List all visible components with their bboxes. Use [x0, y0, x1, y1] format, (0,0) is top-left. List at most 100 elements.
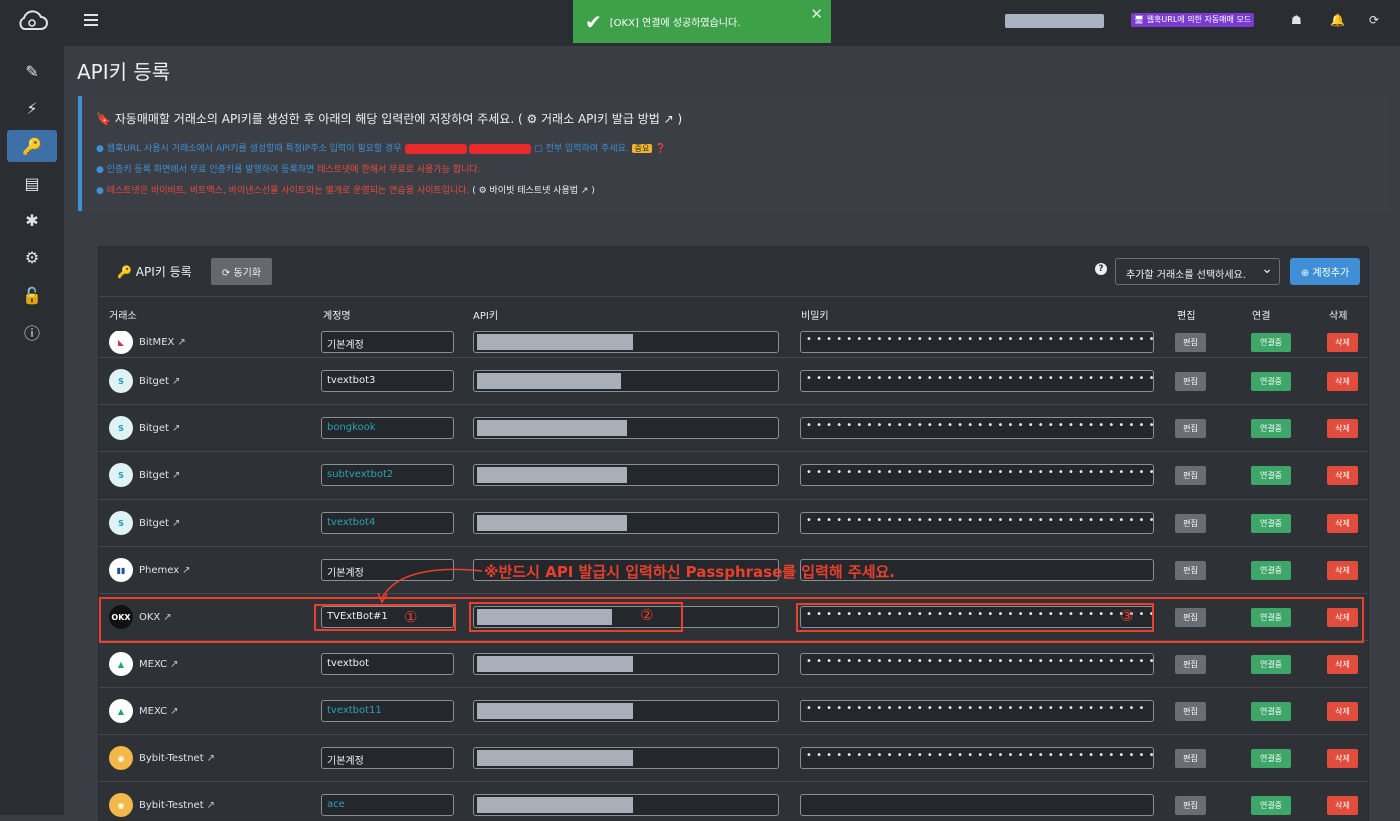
api-key-input[interactable]	[473, 653, 779, 675]
secret-key-input[interactable]: • • • • • • • • • • • • • • • • • • • • …	[800, 700, 1154, 722]
exchange-cell[interactable]: ◣ BitMEX ↗	[109, 331, 186, 354]
delete-button[interactable]: 삭제	[1327, 796, 1358, 815]
exchange-name[interactable]: BitMEX	[139, 337, 174, 348]
api-key-input[interactable]	[473, 512, 779, 534]
account-name-input[interactable]: tvextbot4	[321, 512, 454, 534]
exchange-name[interactable]: Bybit-Testnet	[139, 800, 204, 811]
exchange-cell[interactable]: ▮▮ Phemex ↗	[109, 558, 191, 582]
account-name-input[interactable]: 기본계정	[321, 747, 454, 769]
exchange-name[interactable]: Bitget	[139, 518, 169, 529]
exchange-select[interactable]: 추가할 거래소를 선택하세요.	[1115, 258, 1280, 285]
delete-button[interactable]: 삭제	[1327, 333, 1358, 352]
testnet-guide-link[interactable]: ( ⚙ 바이빗 테스트넷 사용법 ↗ )	[469, 186, 595, 196]
api-key-input[interactable]	[473, 464, 779, 486]
edit-button[interactable]: 편집	[1175, 419, 1206, 438]
close-icon[interactable]: ✕	[810, 5, 823, 23]
user-icon[interactable]: ☗	[1291, 13, 1302, 27]
nav-bug-icon[interactable]: ✱	[7, 204, 57, 236]
external-link-icon[interactable]: ↗	[172, 518, 180, 529]
cloud-logo-icon[interactable]	[15, 8, 49, 34]
api-key-input[interactable]	[473, 747, 779, 769]
nav-info-icon[interactable]: ⓘ	[7, 316, 57, 348]
exchange-cell[interactable]: S Bitget ↗	[109, 511, 180, 535]
api-key-input[interactable]	[473, 417, 779, 439]
exchange-name[interactable]: Bitget	[139, 423, 169, 434]
exchange-name[interactable]: MEXC	[139, 659, 167, 670]
external-link-icon[interactable]: ↗	[207, 753, 215, 764]
secret-key-input[interactable]: • • • • • • • • • • • • • • • • • • • • …	[800, 512, 1154, 534]
edit-button[interactable]: 편집	[1175, 372, 1206, 391]
account-name-input[interactable]: tvextbot11	[321, 700, 454, 722]
external-link-icon[interactable]: ↗	[170, 706, 178, 717]
nav-bolt-icon[interactable]: ⚡	[7, 92, 57, 124]
external-link-icon[interactable]: ↗	[170, 659, 178, 670]
nav-edit-icon[interactable]: ✎	[7, 55, 57, 87]
external-link-icon[interactable]: ↗	[172, 376, 180, 387]
exchange-cell[interactable]: S Bitget ↗	[109, 463, 180, 487]
account-name-input[interactable]: bongkook	[321, 417, 454, 439]
connected-button[interactable]: 연결중	[1251, 514, 1291, 533]
secret-key-input[interactable]: • • • • • • • • • • • • • • • • • • • • …	[800, 370, 1154, 392]
edit-button[interactable]: 편집	[1175, 514, 1206, 533]
delete-button[interactable]: 삭제	[1327, 419, 1358, 438]
edit-button[interactable]: 편집	[1175, 466, 1206, 485]
exchange-name[interactable]: Bitget	[139, 470, 169, 481]
nav-key-icon[interactable]: 🔑	[7, 130, 57, 162]
account-name-input[interactable]: tvextbot3	[321, 370, 454, 392]
connected-button[interactable]: 연결중	[1251, 749, 1291, 768]
secret-key-input[interactable]: • • • • • • • • • • • • • • • • • • • • …	[800, 331, 1154, 353]
connected-button[interactable]: 연결중	[1251, 466, 1291, 485]
connected-button[interactable]: 연결중	[1251, 561, 1291, 580]
bell-icon[interactable]: 🔔	[1330, 13, 1345, 27]
connected-button[interactable]: 연결중	[1251, 655, 1291, 674]
delete-button[interactable]: 삭제	[1327, 466, 1358, 485]
delete-button[interactable]: 삭제	[1327, 561, 1358, 580]
exchange-cell[interactable]: S Bitget ↗	[109, 369, 180, 393]
external-link-icon[interactable]: ↗	[172, 423, 180, 434]
account-name-input[interactable]: 기본계정	[321, 331, 454, 353]
api-key-input[interactable]	[473, 370, 779, 392]
external-link-icon[interactable]: ↗	[177, 337, 185, 348]
connected-button[interactable]: 연결중	[1251, 702, 1291, 721]
exchange-name[interactable]: Bitget	[139, 376, 169, 387]
edit-button[interactable]: 편집	[1175, 796, 1206, 815]
exchange-cell[interactable]: ▲ MEXC ↗	[109, 699, 178, 723]
exchange-name[interactable]: Phemex	[139, 565, 179, 576]
connected-button[interactable]: 연결중	[1251, 372, 1291, 391]
sync-button[interactable]: ⟳ 동기화	[211, 258, 272, 285]
exchange-name[interactable]: Bybit-Testnet	[139, 753, 204, 764]
edit-button[interactable]: 편집	[1175, 749, 1206, 768]
question-icon[interactable]: ❓	[655, 144, 666, 154]
edit-button[interactable]: 편집	[1175, 333, 1206, 352]
secret-key-input[interactable]: • • • • • • • • • • • • • • • • • • • • …	[800, 653, 1154, 675]
delete-button[interactable]: 삭제	[1327, 749, 1358, 768]
refresh-icon[interactable]: ⟳	[1369, 13, 1379, 27]
account-name-input[interactable]: subtvextbot2	[321, 464, 454, 486]
nav-unlock-icon[interactable]: 🔓	[7, 279, 57, 311]
exchange-cell[interactable]: ▲ MEXC ↗	[109, 652, 178, 676]
nav-book-icon[interactable]: ▤	[7, 167, 57, 199]
exchange-name[interactable]: MEXC	[139, 706, 167, 717]
nav-cogs-icon[interactable]: ⚙	[7, 241, 57, 273]
add-account-button[interactable]: ⊕ 계정추가	[1290, 258, 1360, 285]
hamburger-menu-icon[interactable]	[84, 14, 98, 26]
secret-key-input[interactable]: • • • • • • • • • • • • • • • • • • • • …	[800, 464, 1154, 486]
connected-button[interactable]: 연결중	[1251, 419, 1291, 438]
api-key-input[interactable]	[473, 331, 779, 353]
delete-button[interactable]: 삭제	[1327, 514, 1358, 533]
edit-button[interactable]: 편집	[1175, 702, 1206, 721]
external-link-icon[interactable]: ↗	[172, 470, 180, 481]
external-link-icon[interactable]: ↗	[207, 800, 215, 811]
secret-key-input[interactable]: • • • • • • • • • • • • • • • • • • • • …	[800, 747, 1154, 769]
api-key-input[interactable]	[473, 794, 779, 816]
secret-key-input[interactable]	[800, 794, 1154, 816]
connected-button[interactable]: 연결중	[1251, 796, 1291, 815]
delete-button[interactable]: 삭제	[1327, 655, 1358, 674]
exchange-cell[interactable]: S Bitget ↗	[109, 416, 180, 440]
edit-button[interactable]: 편집	[1175, 655, 1206, 674]
exchange-cell[interactable]: ◉ Bybit-Testnet ↗	[109, 793, 215, 817]
edit-button[interactable]: 편집	[1175, 561, 1206, 580]
external-link-icon[interactable]: ↗	[182, 565, 190, 576]
exchange-cell[interactable]: ◉ Bybit-Testnet ↗	[109, 746, 215, 770]
delete-button[interactable]: 삭제	[1327, 702, 1358, 721]
